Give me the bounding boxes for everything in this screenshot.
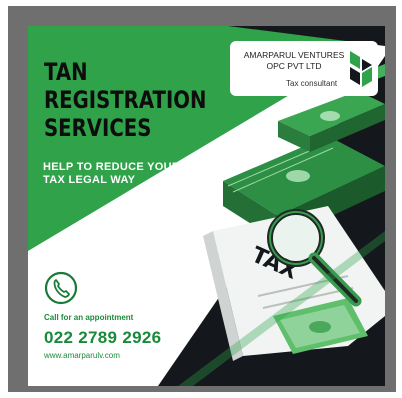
poster: TAX TAN REGISTRATION SERVICES HELP TO RE… — [28, 26, 385, 386]
headline-line-3: SERVICES — [44, 114, 152, 142]
phone-icon — [44, 271, 78, 305]
company-role: Tax consultant — [286, 79, 338, 88]
headline-line-1: TAN — [44, 58, 88, 86]
logo-mark-icon — [350, 51, 372, 87]
headline-line-2: REGISTRATION — [44, 86, 207, 114]
company-name: AMARPARUL VENTURES OPC PVT LTD — [243, 50, 345, 71]
phone-number: 022 2789 2926 — [44, 328, 162, 347]
headline: TAN REGISTRATION SERVICES — [44, 58, 206, 142]
subheadline: HELP TO REDUCE YOUR TAX LEGAL WAY — [43, 161, 180, 187]
subheadline-line-1: HELP TO REDUCE YOUR — [43, 161, 181, 173]
subheadline-line-2: TAX LEGAL WAY — [43, 174, 136, 186]
website-url: www.amarparulv.com — [44, 351, 120, 360]
company-badge: AMARPARUL VENTURES OPC PVT LTD Tax consu… — [230, 41, 378, 96]
appointment-call-to-action: Call for an appointment — [44, 313, 134, 322]
